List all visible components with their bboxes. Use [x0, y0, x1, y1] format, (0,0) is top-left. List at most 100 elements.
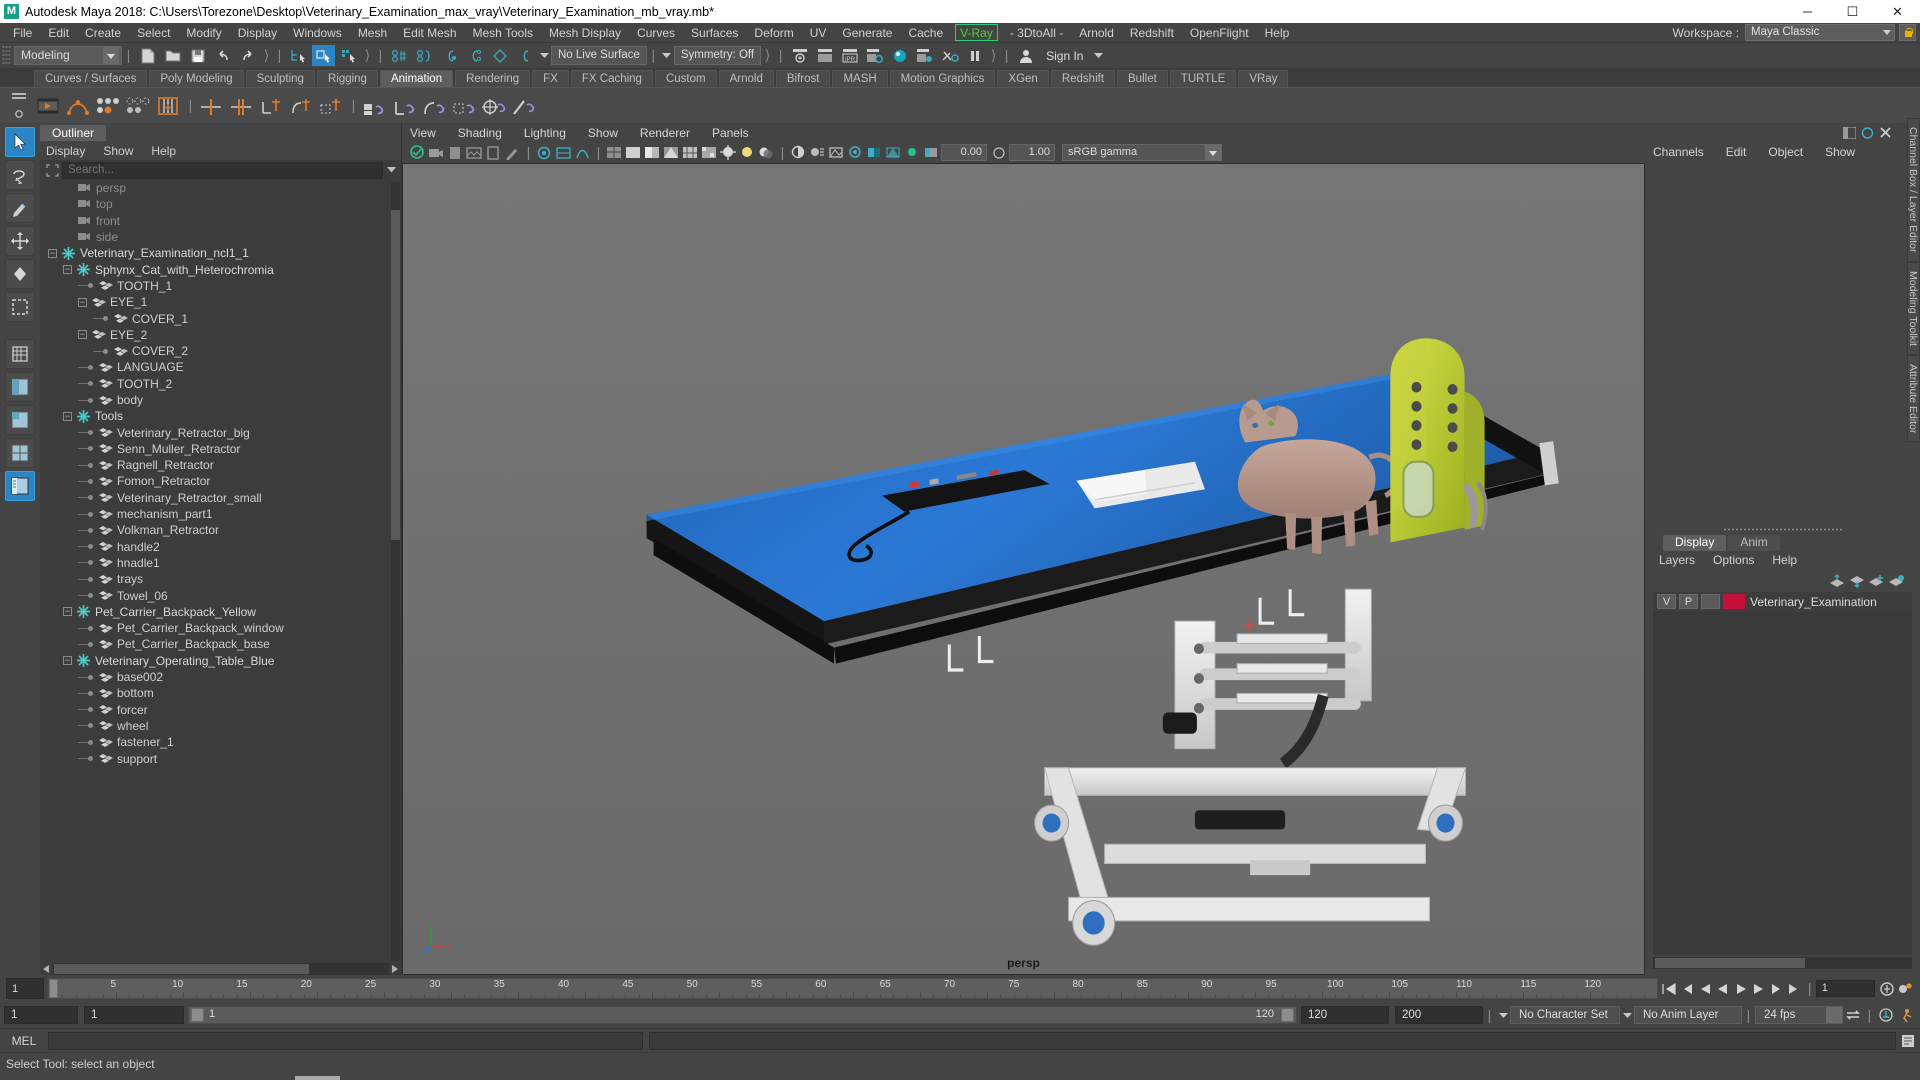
layer-color-swatch[interactable] — [1723, 594, 1745, 609]
step-forward-frame-button[interactable] — [1751, 980, 1767, 998]
sign-in-button[interactable]: Sign In — [1038, 46, 1091, 66]
outliner-menu-help[interactable]: Help — [151, 144, 176, 158]
range-slider-right-handle[interactable] — [1281, 1008, 1294, 1022]
save-scene-button[interactable] — [186, 45, 209, 66]
range-slider[interactable]: 1 120 — [188, 1006, 1297, 1024]
shelf-playblast-icon[interactable] — [34, 91, 62, 121]
menu-vray[interactable]: V-Ray — [955, 24, 998, 41]
smooth-shade-selected-icon[interactable] — [643, 144, 661, 161]
fps-select[interactable]: 24 fps — [1755, 1006, 1843, 1024]
expander-collapse-icon[interactable]: − — [63, 265, 72, 275]
render-view-button[interactable] — [913, 45, 936, 66]
viewport-menu-lighting[interactable]: Lighting — [524, 126, 566, 140]
outliner-row[interactable]: Fomon_Retractor — [40, 473, 401, 489]
channelbox-menu-edit[interactable]: Edit — [1726, 145, 1747, 159]
expander-collapse-icon[interactable]: − — [48, 248, 57, 258]
snap-toggle-button[interactable] — [5, 339, 35, 369]
viewport-menu-show[interactable]: Show — [588, 126, 618, 140]
move-layer-up-icon[interactable] — [1826, 572, 1846, 590]
menu-file[interactable]: File — [5, 23, 40, 43]
outliner-row[interactable]: Ragnell_Retractor — [40, 457, 401, 473]
select-by-hierarchy-button[interactable] — [287, 45, 310, 66]
shelf-aim-constraint-icon[interactable] — [480, 91, 508, 121]
gamma-toggle-icon[interactable] — [990, 144, 1008, 161]
anim-layer-chevron-icon[interactable] — [1620, 1006, 1634, 1024]
shelf-set-key-scale-icon[interactable] — [317, 91, 345, 121]
grease-pencil-icon[interactable] — [503, 144, 521, 161]
outliner-vertical-scrollbar[interactable] — [391, 182, 400, 961]
outliner-row[interactable]: − Sphynx_Cat_with_Heterochromia — [40, 261, 401, 277]
outliner-menu-display[interactable]: Display — [46, 144, 85, 158]
outliner-row[interactable]: Pet_Carrier_Backpack_window — [40, 620, 401, 636]
outliner-search-chevron-icon[interactable] — [383, 161, 399, 179]
menu-edit[interactable]: Edit — [40, 23, 77, 43]
menu-edit-mesh[interactable]: Edit Mesh — [395, 23, 464, 43]
character-set-field[interactable]: No Character Set — [1510, 1006, 1620, 1024]
playback-frame-field[interactable]: 1 — [1815, 980, 1875, 997]
step-back-frame-button[interactable] — [1697, 980, 1713, 998]
shelf-tab-fx-caching[interactable]: FX Caching — [570, 70, 653, 87]
select-by-component-type-button[interactable] — [337, 45, 360, 66]
expander-collapse-icon[interactable]: − — [63, 411, 72, 421]
anim-end-field[interactable]: 200 — [1395, 1006, 1483, 1024]
flat-shade-icon[interactable] — [662, 144, 680, 161]
outliner-tree[interactable]: persp top front side − Veterinary_Examination… — [40, 180, 401, 963]
shelf-tab-rendering[interactable]: Rendering — [455, 70, 531, 87]
sidetab-modeling-toolkit[interactable]: Modeling Toolkit — [1907, 261, 1920, 355]
outliner-row[interactable]: trays — [40, 571, 401, 587]
outliner-row[interactable]: LANGUAGE — [40, 359, 401, 375]
layers-menu-help[interactable]: Help — [1772, 553, 1797, 567]
snap-options-chevron-icon[interactable] — [537, 47, 551, 65]
outliner-row[interactable]: front — [40, 213, 401, 229]
layer-list-scrollbar[interactable] — [1653, 957, 1912, 969]
shaded-wireframe-icon[interactable] — [681, 144, 699, 161]
shelf-settings-icon[interactable] — [13, 108, 25, 120]
outliner-row[interactable]: handle2 — [40, 539, 401, 555]
shelf-tab-custom[interactable]: Custom — [654, 70, 717, 87]
expander-collapse-icon[interactable]: − — [78, 330, 87, 340]
shelf-tab-poly-modeling[interactable]: Poly Modeling — [149, 70, 244, 87]
shelf-tab-redshift[interactable]: Redshift — [1050, 70, 1116, 87]
shelf-tab-animation[interactable]: Animation — [379, 70, 454, 87]
shelf-tab-bifrost[interactable]: Bifrost — [775, 70, 831, 87]
menu-openflight[interactable]: OpenFlight — [1182, 23, 1257, 43]
outliner-row[interactable]: fastener_1 — [40, 734, 401, 750]
symmetry-chevron-icon[interactable] — [660, 47, 674, 65]
xray-icon[interactable] — [554, 144, 572, 161]
sidetab-attribute-editor[interactable]: Attribute Editor — [1907, 354, 1920, 443]
shelf-tab-xgen[interactable]: XGen — [997, 70, 1049, 87]
panel-splitter[interactable] — [1722, 528, 1843, 531]
camera-attributes-icon[interactable] — [427, 144, 445, 161]
hypershade-button[interactable] — [888, 45, 911, 66]
shelf-tab-curves-surfaces[interactable]: Curves / Surfaces — [34, 70, 148, 87]
menu-arnold[interactable]: Arnold — [1071, 23, 1122, 43]
outliner-row[interactable]: body — [40, 392, 401, 408]
texture-display-icon[interactable] — [700, 144, 718, 161]
scroll-left-icon[interactable] — [40, 963, 52, 975]
outliner-row[interactable]: Volkman_Retractor — [40, 522, 401, 538]
lasso-tool-button[interactable] — [5, 160, 35, 190]
shelf-graph-editor-icon[interactable] — [64, 91, 92, 121]
multisample-aa-icon[interactable] — [827, 144, 845, 161]
play-backwards-button[interactable] — [1715, 980, 1731, 998]
gamma-correction-icon[interactable] — [865, 144, 883, 161]
tab-anim-layers[interactable]: Anim — [1728, 534, 1780, 551]
outliner-row[interactable]: Pet_Carrier_Backpack_base — [40, 636, 401, 652]
shelf-tab-vray[interactable]: VRay — [1238, 70, 1289, 87]
create-layer-icon[interactable] — [1866, 572, 1886, 590]
anim-layer-field[interactable]: No Anim Layer — [1634, 1006, 1742, 1024]
layout-four-panes-button[interactable] — [5, 438, 35, 468]
pause-render-button[interactable] — [963, 45, 986, 66]
redo-previous-render-button[interactable] — [813, 45, 836, 66]
display-layer-row[interactable]: V P Veterinary_Examination — [1653, 591, 1912, 612]
time-slider-track[interactable]: 5 10 15 20 25 30 35 40 45 50 55 60 65 70 75 80 85 90 95 100… — [48, 978, 1658, 999]
character-set-chevron-icon[interactable] — [1496, 1006, 1510, 1024]
outliner-row[interactable]: − EYE_2 — [40, 327, 401, 343]
select-camera-icon[interactable] — [408, 144, 426, 161]
outliner-row[interactable]: − EYE_1 — [40, 294, 401, 310]
scale-tool-button[interactable] — [5, 292, 35, 322]
snap-to-curve-button[interactable] — [413, 45, 436, 66]
search-filter-icon[interactable] — [42, 162, 62, 179]
viewport-menu-view[interactable]: View — [410, 126, 436, 140]
layers-menu-layers[interactable]: Layers — [1659, 553, 1695, 567]
